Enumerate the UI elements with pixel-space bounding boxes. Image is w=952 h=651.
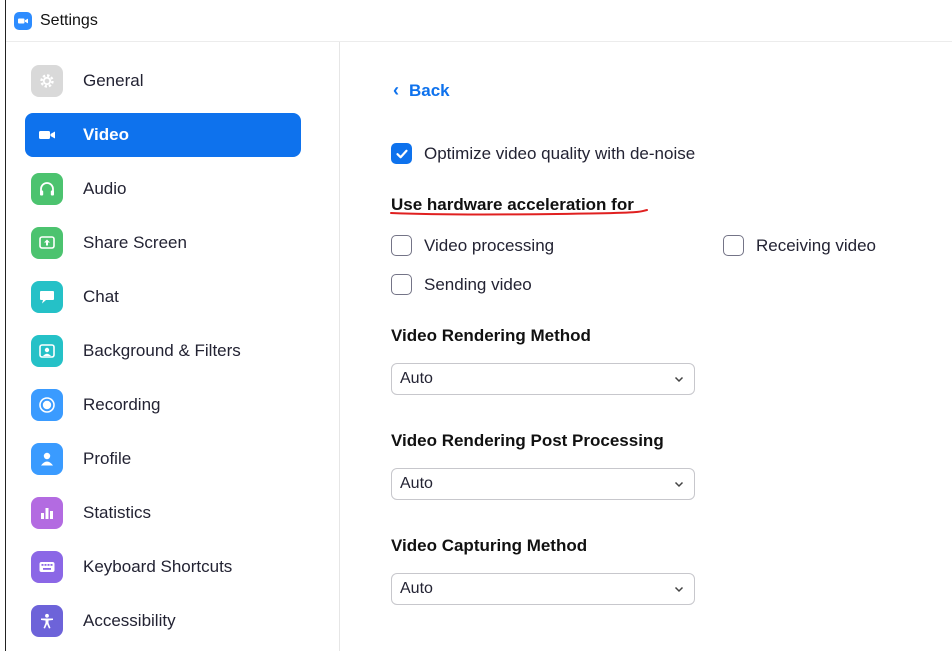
receiving-video-label: Receiving video [756,235,877,255]
sidebar-item-label: Background & Filters [83,341,241,360]
denoise-checkbox[interactable] [391,143,412,164]
rendering-method-heading: Video Rendering Method [391,326,591,345]
sidebar-item-chat[interactable]: Chat [25,275,301,319]
sidebar-item-label: Statistics [83,503,152,522]
sidebar-item-statistics[interactable]: Statistics [25,491,301,535]
title-bar: Settings [6,0,952,42]
sidebar-item-recording[interactable]: Recording [25,383,301,427]
settings-sidebar: General Video Audio Share Screen Chat Ba… [6,42,340,651]
chevron-left-icon: ‹ [393,80,399,100]
sidebar-item-label: Accessibility [83,611,176,630]
sidebar-item-label: Share Screen [83,233,187,252]
background-icon [31,335,63,367]
sidebar-item-label: Recording [83,395,161,414]
sidebar-item-label: Keyboard Shortcuts [83,557,233,576]
sidebar-item-label: Video [83,125,129,144]
statistics-icon [31,497,63,529]
post-processing-heading: Video Rendering Post Processing [391,431,664,450]
capturing-method-dropdown[interactable]: Auto [391,573,695,605]
back-label: Back [409,80,450,100]
chat-bubble-icon [31,281,63,313]
video-settings-panel: ‹ Back Optimize video quality with de-no… [341,42,952,651]
denoise-label: Optimize video quality with de-noise [424,143,696,163]
denoise-checkbox-row[interactable]: Optimize video quality with de-noise [391,143,695,164]
red-annotation-underline [390,209,648,216]
rendering-method-value: Auto [400,370,433,387]
sidebar-item-profile[interactable]: Profile [25,437,301,481]
profile-icon [31,443,63,475]
capturing-method-value: Auto [400,580,433,597]
sidebar-item-general[interactable]: General [25,59,301,103]
receiving-video-checkbox-row[interactable]: Receiving video [723,235,876,256]
receiving-video-checkbox[interactable] [723,235,744,256]
sidebar-item-audio[interactable]: Audio [25,167,301,211]
sidebar-item-label: Chat [83,287,119,306]
accessibility-icon [31,605,63,637]
chevron-down-icon [674,376,684,383]
post-processing-dropdown[interactable]: Auto [391,468,695,500]
chevron-down-icon [674,586,684,593]
capturing-method-heading: Video Capturing Method [391,536,588,555]
share-screen-icon [31,227,63,259]
zoom-app-icon [14,11,32,30]
sidebar-item-label: General [83,71,144,90]
sidebar-item-video[interactable]: Video [25,113,301,157]
sending-video-checkbox-row[interactable]: Sending video [391,274,532,295]
record-icon [31,389,63,421]
headphones-icon [31,173,63,205]
video-processing-checkbox[interactable] [391,235,412,256]
sidebar-item-label: Profile [83,449,132,468]
chevron-down-icon [674,481,684,488]
sidebar-item-keyboard-shortcuts[interactable]: Keyboard Shortcuts [25,545,301,589]
post-processing-value: Auto [400,475,433,492]
video-camera-icon [31,119,63,151]
back-button[interactable]: ‹ Back [393,80,450,101]
gear-icon [31,65,63,97]
keyboard-icon [31,551,63,583]
window-title: Settings [40,11,98,29]
sidebar-item-background-filters[interactable]: Background & Filters [25,329,301,373]
video-processing-checkbox-row[interactable]: Video processing [391,235,554,256]
sidebar-item-accessibility[interactable]: Accessibility [25,599,301,643]
sending-video-checkbox[interactable] [391,274,412,295]
rendering-method-dropdown[interactable]: Auto [391,363,695,395]
sidebar-item-share-screen[interactable]: Share Screen [25,221,301,265]
sidebar-item-label: Audio [83,179,127,198]
sending-video-label: Sending video [424,274,532,294]
checkmark-icon [395,149,408,158]
video-processing-label: Video processing [424,235,555,255]
